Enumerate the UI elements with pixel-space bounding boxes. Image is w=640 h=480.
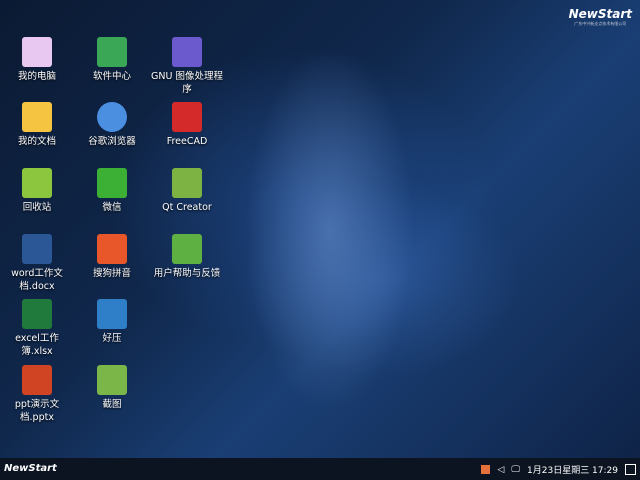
ppt-icon: [22, 365, 52, 395]
desktop-icon-label: ppt演示文档.pptx: [14, 399, 60, 423]
desktop-icon-screenshot[interactable]: 截图: [75, 365, 149, 411]
clock[interactable]: 1月23日星期三 17:29: [527, 463, 618, 476]
desktop-icon-label: 软件中心: [92, 71, 131, 82]
desktop-icon-label: word工作文档.docx: [11, 268, 63, 292]
logo-text: NewStart: [568, 7, 632, 21]
wechat-icon: [97, 168, 127, 198]
freecad-icon: [172, 102, 202, 132]
desktop-icon-label: 好压: [102, 333, 122, 344]
desktop-icon-label: 我的电脑: [17, 71, 56, 82]
desktop-icon-label: 谷歌浏览器: [88, 136, 136, 147]
desktop-icon-label: 微信: [102, 202, 122, 213]
computer-icon: [22, 37, 52, 67]
desktop-icon-sogou[interactable]: 搜狗拼音: [75, 234, 149, 280]
excel-icon: [22, 299, 52, 329]
desktop-icon-computer[interactable]: 我的电脑: [0, 37, 74, 83]
desktop-icon-haozip[interactable]: 好压: [75, 299, 149, 345]
volume-icon[interactable]: ◁: [497, 465, 504, 475]
recycle-bin-icon: [22, 168, 52, 198]
logo-subtext: 广东中兴新支点技术有限公司: [574, 21, 627, 26]
taskbar: NewStart ◁ 🖵 1月23日星期三 17:29: [0, 458, 640, 480]
desktop-icon-gimp[interactable]: GNU 图像处理程序: [150, 37, 224, 96]
desktop-icon-help[interactable]: 用户帮助与反馈: [150, 234, 224, 280]
help-icon: [172, 234, 202, 264]
desktop-icon-chrome[interactable]: 谷歌浏览器: [75, 102, 149, 148]
desktop-icon-label: Qt Creator: [162, 202, 212, 213]
desktop-icon-label: excel工作簿.xlsx: [15, 333, 59, 357]
desktop-icon-label: 用户帮助与反馈: [153, 268, 221, 279]
sogou-icon: [97, 234, 127, 264]
desktop-icon-qt[interactable]: Qt Creator: [150, 168, 224, 214]
start-button[interactable]: NewStart: [4, 463, 57, 474]
chrome-icon: [97, 102, 127, 132]
desktop-icon-label: GNU 图像处理程序: [151, 71, 223, 95]
desktop-icon-software-center[interactable]: 软件中心: [75, 37, 149, 83]
desktop: 我的电脑我的文档回收站 word工作文档.docx excel工作簿.xlsx ppt…: [0, 0, 640, 458]
software-center-icon: [97, 37, 127, 67]
gimp-icon: [172, 37, 202, 67]
desktop-icon-folder[interactable]: 我的文档: [0, 102, 74, 148]
screenshot-icon: [97, 365, 127, 395]
sogou-tray-icon[interactable]: [481, 465, 491, 474]
desktop-icon-word-doc[interactable]: word工作文档.docx: [0, 234, 74, 293]
word-doc-icon: [22, 234, 52, 264]
desktop-icon-label: FreeCAD: [166, 136, 208, 147]
folder-icon: [22, 102, 52, 132]
desktop-icon-label: 搜狗拼音: [92, 268, 131, 279]
desktop-icon-wechat[interactable]: 微信: [75, 168, 149, 214]
desktop-icon-label: 截图: [102, 399, 122, 410]
desktop-icon-label: 我的文档: [17, 136, 56, 147]
network-icon[interactable]: 🖵: [511, 465, 520, 475]
desktop-icon-ppt[interactable]: ppt演示文档.pptx: [0, 365, 74, 424]
desktop-icon-recycle-bin[interactable]: 回收站: [0, 168, 74, 214]
desktop-icon-freecad[interactable]: FreeCAD: [150, 102, 224, 148]
newstart-logo: NewStart 广东中兴新支点技术有限公司: [569, 7, 632, 27]
haozip-icon: [97, 299, 127, 329]
qt-icon: [172, 168, 202, 198]
show-desktop-button[interactable]: [625, 464, 636, 475]
system-tray: ◁ 🖵 1月23日星期三 17:29: [481, 463, 636, 476]
desktop-icon-label: 回收站: [22, 202, 52, 213]
desktop-icon-excel[interactable]: excel工作簿.xlsx: [0, 299, 74, 358]
